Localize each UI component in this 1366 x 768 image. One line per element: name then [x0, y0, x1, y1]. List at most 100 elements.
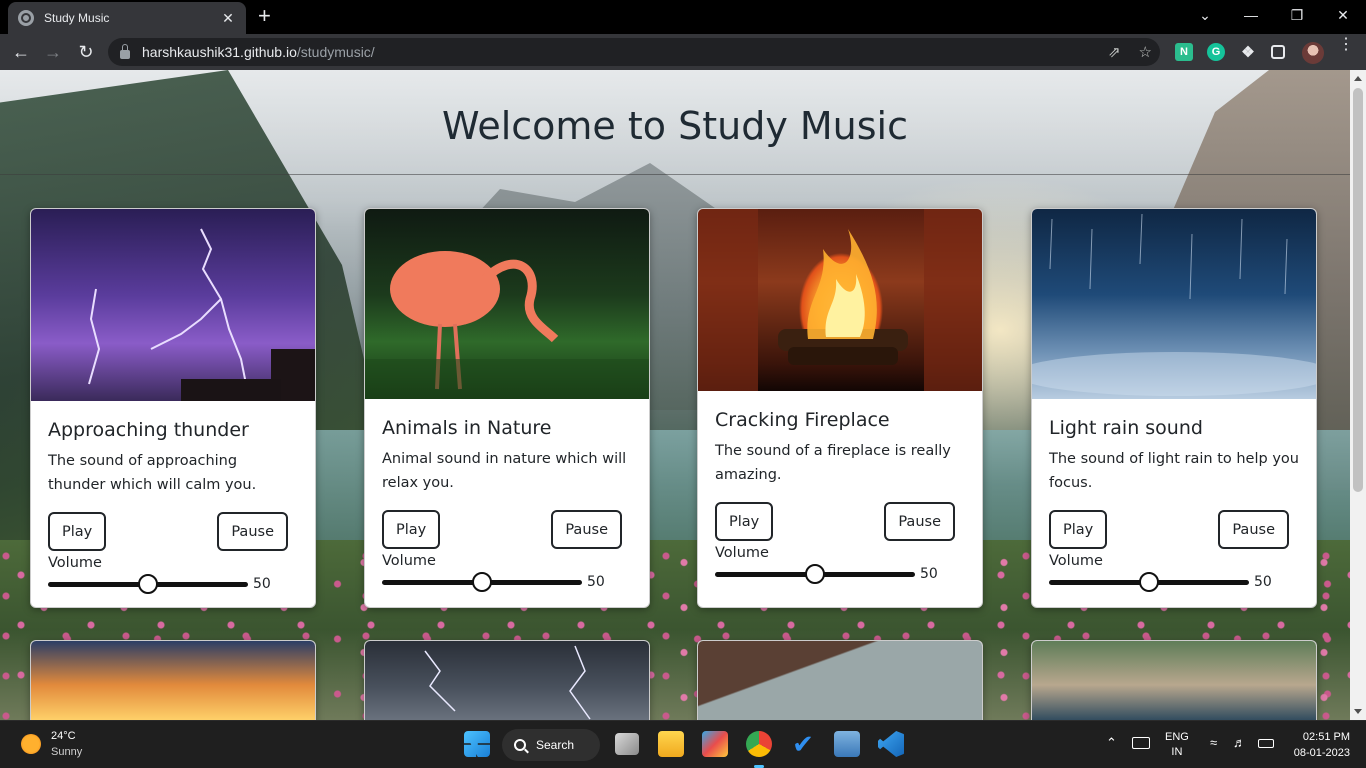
pause-button[interactable]: Pause — [551, 510, 622, 549]
volume-value: 50 — [587, 574, 605, 590]
play-button[interactable]: Play — [48, 512, 107, 551]
chrome-icon[interactable] — [746, 731, 772, 757]
photos-icon[interactable] — [834, 731, 860, 757]
lock-icon[interactable] — [120, 43, 130, 59]
new-tab-button[interactable]: + — [258, 5, 271, 27]
clock-date: 08-01-2023 — [1293, 747, 1350, 759]
language-code: ENG — [1165, 731, 1189, 743]
weather-description[interactable]: Sunny — [51, 746, 82, 758]
sound-card-stream — [1031, 640, 1317, 720]
notion-web-clipper-icon[interactable]: N — [1175, 43, 1193, 61]
back-arrow-icon[interactable]: ← — [9, 40, 33, 64]
tab-close-icon[interactable]: ✕ — [220, 10, 236, 27]
card-description: The sound of light rain to help you focu… — [1049, 451, 1299, 491]
volume-slider[interactable] — [1049, 572, 1249, 592]
card-title: Animals in Nature — [382, 417, 552, 439]
sound-card-fireplace: Cracking Fireplace The sound of a firepl… — [697, 208, 983, 608]
menu-kebab-icon[interactable]: ⋮ — [1338, 37, 1354, 53]
keyboard-icon[interactable] — [1132, 737, 1150, 749]
volume-value: 50 — [253, 576, 271, 592]
storm-image — [365, 641, 649, 720]
pause-button[interactable]: Pause — [884, 502, 955, 541]
volume-slider[interactable] — [382, 572, 582, 592]
region-code: IN — [1171, 746, 1183, 758]
volume-label: Volume — [382, 553, 436, 569]
volume-slider-thumb[interactable] — [1139, 572, 1159, 592]
stream-image — [1032, 641, 1316, 720]
card-title: Approaching thunder — [48, 419, 249, 441]
address-bar[interactable]: harshkaushik31.github.io/studymusic/ ⇗ ☆ — [108, 38, 1160, 66]
play-button[interactable]: Play — [382, 510, 441, 549]
sound-card-roof-rain — [697, 640, 983, 720]
language-indicator[interactable]: ENG IN — [1165, 730, 1189, 760]
system-clock[interactable]: 02:51 PM 08-01-2023 — [1294, 729, 1350, 761]
search-icon — [514, 739, 526, 751]
taskbar-search[interactable]: Search — [502, 729, 600, 761]
tab-search-icon[interactable]: ⌄ — [1182, 0, 1228, 30]
grammarly-icon[interactable]: G — [1207, 43, 1225, 61]
volume-slider[interactable] — [48, 574, 248, 594]
speaker-icon[interactable]: ♬ — [1233, 735, 1246, 750]
todo-check-icon[interactable]: ✔ — [790, 731, 816, 757]
show-hidden-icons-chevron-icon[interactable]: ⌃ — [1106, 735, 1117, 751]
volume-slider[interactable] — [715, 564, 915, 584]
volume-label: Volume — [715, 545, 769, 561]
title-divider — [0, 174, 1350, 175]
volume-slider-thumb[interactable] — [805, 564, 825, 584]
page-scrollbar[interactable] — [1350, 70, 1366, 720]
scroll-down-arrow-icon[interactable] — [1354, 709, 1362, 714]
volume-label: Volume — [1049, 553, 1103, 569]
flamingo-image — [365, 209, 649, 399]
microsoft-store-icon[interactable] — [702, 731, 728, 757]
browser-tab[interactable]: Study Music ✕ — [8, 2, 246, 34]
fireplace-image — [698, 209, 982, 391]
forward-arrow-icon[interactable]: → — [41, 40, 65, 64]
card-title: Light rain sound — [1049, 417, 1203, 439]
weather-sun-icon[interactable] — [21, 734, 41, 754]
file-explorer-icon[interactable] — [658, 731, 684, 757]
sound-card-sunset — [30, 640, 316, 720]
profile-avatar[interactable] — [1302, 42, 1324, 64]
scrollbar-thumb[interactable] — [1353, 88, 1363, 492]
minimize-icon[interactable]: — — [1228, 0, 1274, 30]
side-panel-icon[interactable] — [1271, 45, 1285, 59]
vscode-icon[interactable] — [878, 731, 904, 757]
wifi-icon[interactable]: ≈ — [1210, 735, 1217, 750]
tab-title: Study Music — [44, 11, 110, 25]
browser-toolbar: ← → ↻ harshkaushik31.github.io/studymusi… — [0, 34, 1366, 70]
browser-tab-bar: Study Music ✕ + ⌄ — ❐ ✕ — [0, 0, 1366, 34]
card-description: The sound of approaching thunder which w… — [48, 453, 257, 493]
task-view-icon[interactable] — [615, 733, 639, 755]
window-close-icon[interactable]: ✕ — [1320, 0, 1366, 30]
weather-temperature[interactable]: 24°C — [51, 730, 76, 742]
card-title: Cracking Fireplace — [715, 409, 890, 431]
sunset-image — [31, 641, 315, 720]
windows-taskbar: 24°C Sunny Search ✔ ⌃ ENG IN ≈ ♬ 02:51 P… — [0, 720, 1366, 768]
volume-slider-thumb[interactable] — [472, 572, 492, 592]
pause-button[interactable]: Pause — [1218, 510, 1289, 549]
share-icon[interactable]: ⇗ — [1108, 43, 1121, 61]
volume-value: 50 — [1254, 574, 1272, 590]
pause-button[interactable]: Pause — [217, 512, 288, 551]
thunder-image — [31, 209, 315, 401]
scroll-up-arrow-icon[interactable] — [1354, 76, 1362, 81]
url-path: /studymusic/ — [296, 44, 375, 60]
restore-icon[interactable]: ❐ — [1274, 0, 1320, 30]
page-viewport: Welcome to Study Music Approaching thund… — [0, 70, 1350, 720]
volume-slider-thumb[interactable] — [138, 574, 158, 594]
volume-label: Volume — [48, 555, 102, 571]
roof-rain-image — [698, 641, 982, 720]
sound-card-rain: Light rain sound The sound of light rain… — [1031, 208, 1317, 608]
bookmark-star-icon[interactable]: ☆ — [1139, 43, 1152, 61]
page-title: Welcome to Study Music — [441, 104, 909, 148]
clock-time: 02:51 PM — [1302, 731, 1350, 743]
windows-start-icon[interactable] — [464, 731, 490, 757]
card-description: The sound of a fireplace is really amazi… — [715, 443, 951, 483]
play-button[interactable]: Play — [1049, 510, 1108, 549]
play-button[interactable]: Play — [715, 502, 774, 541]
sound-card-thunder: Approaching thunder The sound of approac… — [30, 208, 316, 608]
extensions-puzzle-icon[interactable]: ❖ — [1239, 43, 1257, 61]
card-description: Animal sound in nature which will relax … — [382, 451, 627, 491]
battery-icon[interactable] — [1258, 739, 1274, 748]
reload-icon[interactable]: ↻ — [74, 40, 98, 64]
